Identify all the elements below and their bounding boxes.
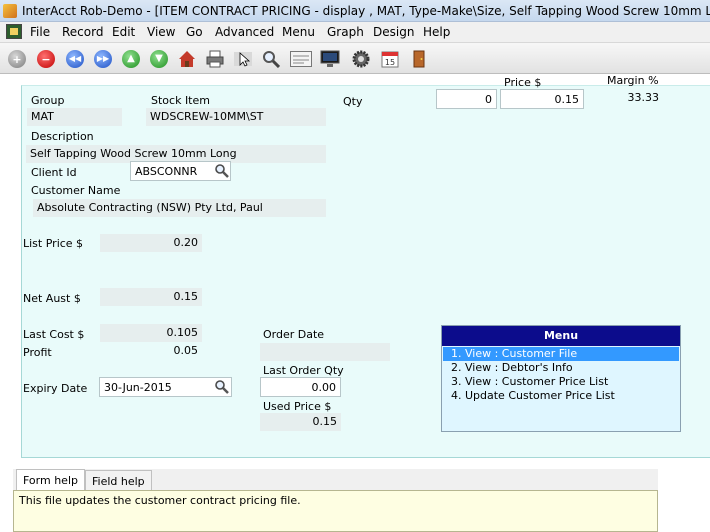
customer-name-value: Absolute Contracting (NSW) Pty Ltd, Paul <box>33 199 326 217</box>
print-icon[interactable] <box>206 50 224 68</box>
menu-panel-title: Menu <box>442 326 680 346</box>
title-bar: InterAcct Rob-Demo - [ITEM CONTRACT PRIC… <box>0 0 710 22</box>
help-text: This file updates the customer contract … <box>19 494 301 507</box>
price-field[interactable]: 0.15 <box>500 89 584 109</box>
search-icon[interactable] <box>262 50 280 68</box>
up-icon[interactable]: ▲ <box>122 50 140 68</box>
list-price-label: List Price $ <box>23 237 84 250</box>
qty-field[interactable]: 0 <box>436 89 497 109</box>
pointer-icon[interactable] <box>234 50 252 68</box>
used-price-label: Used Price $ <box>263 400 332 413</box>
down-icon[interactable]: ▼ <box>150 50 168 68</box>
form-icon[interactable] <box>290 50 312 68</box>
calendar-icon[interactable]: 15 <box>381 50 399 68</box>
price-label: Price $ <box>504 76 542 89</box>
menu-graph[interactable]: Graph <box>327 25 364 39</box>
menu-record[interactable]: Record <box>62 25 103 39</box>
group-value: MAT <box>27 108 122 126</box>
expiry-date-field[interactable]: 30-Jun-2015 <box>99 377 232 397</box>
system-menu-icon[interactable] <box>6 24 22 39</box>
next-record-icon[interactable]: ▶▶ <box>94 50 112 68</box>
last-order-qty-label: Last Order Qty <box>263 364 344 377</box>
customer-name-label: Customer Name <box>31 184 121 197</box>
calendar-day-text: 15 <box>385 58 395 67</box>
last-order-qty-field[interactable]: 0.00 <box>260 377 341 397</box>
client-id-label: Client Id <box>31 166 77 179</box>
menu-view[interactable]: View <box>147 25 175 39</box>
used-price-value: 0.15 <box>260 413 341 431</box>
menu-advanced[interactable]: Advanced <box>215 25 274 39</box>
group-label: Group <box>31 94 65 107</box>
margin-value: 33.33 <box>627 91 660 104</box>
margin-label: Margin % <box>607 74 659 87</box>
monitor-icon[interactable] <box>320 50 340 68</box>
menu-edit[interactable]: Edit <box>112 25 135 39</box>
menu-item-view-debtors-info[interactable]: 2. View : Debtor's Info <box>442 361 680 375</box>
window-title: InterAcct Rob-Demo - [ITEM CONTRACT PRIC… <box>22 4 710 18</box>
app-icon <box>3 4 17 18</box>
profit-value: 0.05 <box>173 344 199 357</box>
menu-bar: File Record Edit View Go Advanced Menu G… <box>0 22 710 42</box>
last-cost-value: 0.105 <box>100 324 202 342</box>
exit-door-icon[interactable] <box>410 50 428 68</box>
stock-item-value: WDSCREW-10MM\ST <box>146 108 326 126</box>
menu-design[interactable]: Design <box>373 25 414 39</box>
order-date-label: Order Date <box>263 328 325 341</box>
list-price-value: 0.20 <box>100 234 202 252</box>
expiry-date-label: Expiry Date <box>23 382 88 395</box>
previous-record-icon[interactable]: ◀◀ <box>66 50 84 68</box>
description-label: Description <box>31 130 94 143</box>
client-lookup-icon[interactable] <box>214 163 230 179</box>
last-cost-label: Last Cost $ <box>23 328 85 341</box>
delete-icon[interactable]: − <box>37 50 55 68</box>
help-box: This file updates the customer contract … <box>13 490 658 532</box>
menu-item-view-customer-price-list[interactable]: 3. View : Customer Price List <box>442 375 680 389</box>
tab-form-help[interactable]: Form help <box>16 469 85 490</box>
toolbar: + − ◀◀ ▶▶ ▲ ▼ 15 <box>0 42 710 74</box>
help-tabs: Form help Field help <box>13 469 658 490</box>
menu-file[interactable]: File <box>30 25 50 39</box>
net-aust-label: Net Aust $ <box>23 292 81 305</box>
add-icon[interactable]: + <box>8 50 26 68</box>
menu-item-view-customer-file[interactable]: 1. View : Customer File <box>443 347 679 361</box>
order-date-value <box>260 343 390 361</box>
net-aust-value: 0.15 <box>100 288 202 306</box>
expiry-date-lookup-icon[interactable] <box>214 379 230 395</box>
profit-label: Profit <box>23 346 52 359</box>
menu-go[interactable]: Go <box>186 25 203 39</box>
stock-item-label: Stock Item <box>151 94 210 107</box>
menu-panel: Menu 1. View : Customer File 2. View : D… <box>441 325 681 432</box>
menu-item-update-customer-price-list[interactable]: 4. Update Customer Price List <box>442 389 680 403</box>
qty-label: Qty <box>343 95 363 108</box>
settings-icon[interactable] <box>352 50 370 68</box>
tab-field-help[interactable]: Field help <box>85 470 152 490</box>
menu-menu[interactable]: Menu <box>282 25 315 39</box>
menu-help[interactable]: Help <box>423 25 450 39</box>
home-icon[interactable] <box>178 50 196 68</box>
